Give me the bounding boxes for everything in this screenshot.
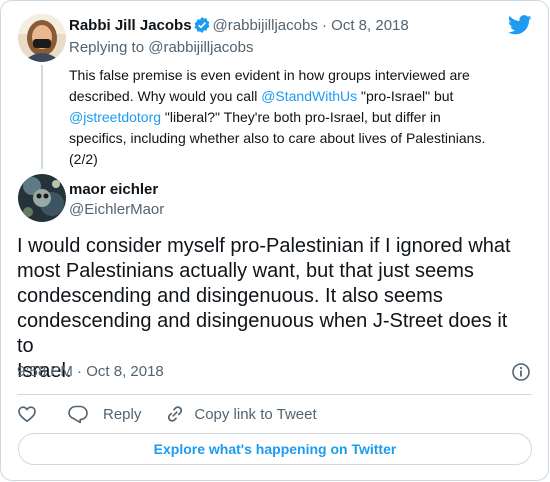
thread-connector-line — [41, 65, 43, 169]
main-text-line: condescending and disingenuous. It also … — [17, 285, 443, 307]
twitter-logo-icon[interactable] — [507, 15, 532, 40]
main-text-line: condescending and disingenuous when J-St… — [17, 310, 508, 357]
parent-text-line: @jstreetdotorg "liberal?" They're both p… — [69, 107, 531, 128]
parent-text-line: (2/2) — [69, 151, 98, 167]
separator-dot: · — [77, 363, 83, 380]
reply-icon — [67, 404, 89, 424]
parent-author-name[interactable]: Rabbi Jill Jacobs — [69, 17, 192, 34]
main-handle-row: @EichlerMaor — [69, 201, 164, 219]
copy-link-button[interactable]: Copy link to Tweet — [165, 404, 317, 424]
tweet-time[interactable]: 9:58 PM — [17, 363, 73, 380]
replying-to-prefix: Replying to — [69, 39, 145, 56]
tweet-date[interactable]: Oct 8, 2018 — [86, 363, 164, 380]
parent-handle[interactable]: @rabbijilljacobs — [213, 17, 318, 34]
info-icon[interactable] — [511, 362, 531, 387]
parent-text-line: specifics, including whether also to car… — [69, 130, 486, 146]
like-button[interactable] — [17, 404, 37, 424]
link-icon — [165, 404, 185, 424]
text-span: "liberal?" They're both pro-Israel, but … — [161, 109, 441, 125]
copy-link-label: Copy link to Tweet — [194, 405, 317, 423]
explore-twitter-button[interactable]: Explore what's happening on Twitter — [18, 433, 532, 465]
parent-text-line: This false premise is even evident in ho… — [69, 67, 470, 83]
main-text-line: most Palestinians actually want, but tha… — [17, 260, 474, 282]
verified-badge-icon — [194, 17, 210, 38]
main-author-name[interactable]: maor eichler — [69, 181, 158, 198]
main-text-line: I would consider myself pro-Palestinian … — [17, 235, 511, 257]
replying-to-handle[interactable]: @rabbijilljacobs — [148, 39, 253, 56]
main-handle[interactable]: @EichlerMaor — [69, 201, 164, 218]
main-author-name-row: maor eichler — [69, 181, 158, 199]
parent-header: Rabbi Jill Jacobs @rabbijilljacobs · Oct … — [69, 17, 409, 38]
text-span: described. Why would you call — [69, 88, 262, 104]
parent-date[interactable]: Oct 8, 2018 — [331, 17, 409, 34]
embedded-tweet-card: Rabbi Jill Jacobs @rabbijilljacobs · Oct … — [0, 0, 549, 481]
reply-label: Reply — [103, 405, 142, 423]
divider — [17, 394, 532, 395]
mention-jstreetdotorg[interactable]: @jstreetdotorg — [69, 109, 161, 125]
parent-text-line: described. Why would you call @StandWith… — [69, 86, 531, 107]
avatar-maor-eichler[interactable] — [18, 174, 66, 222]
mention-standwithus[interactable]: @StandWithUs — [261, 88, 357, 104]
heart-icon — [17, 404, 37, 424]
avatar-rabbi-jill-jacobs[interactable] — [18, 14, 66, 62]
text-span: "pro-Israel" but — [357, 88, 454, 104]
tweet-timestamp[interactable]: 9:58 PM · Oct 8, 2018 — [17, 363, 164, 380]
tweet-actions: Reply Copy link to Tweet — [17, 402, 317, 426]
parent-tweet-text: This false premise is even evident in ho… — [69, 65, 531, 170]
replying-to: Replying to @rabbijilljacobs — [69, 39, 254, 57]
main-tweet-text: I would consider myself pro-Palestinian … — [17, 234, 527, 384]
reply-button[interactable]: Reply — [67, 404, 141, 424]
